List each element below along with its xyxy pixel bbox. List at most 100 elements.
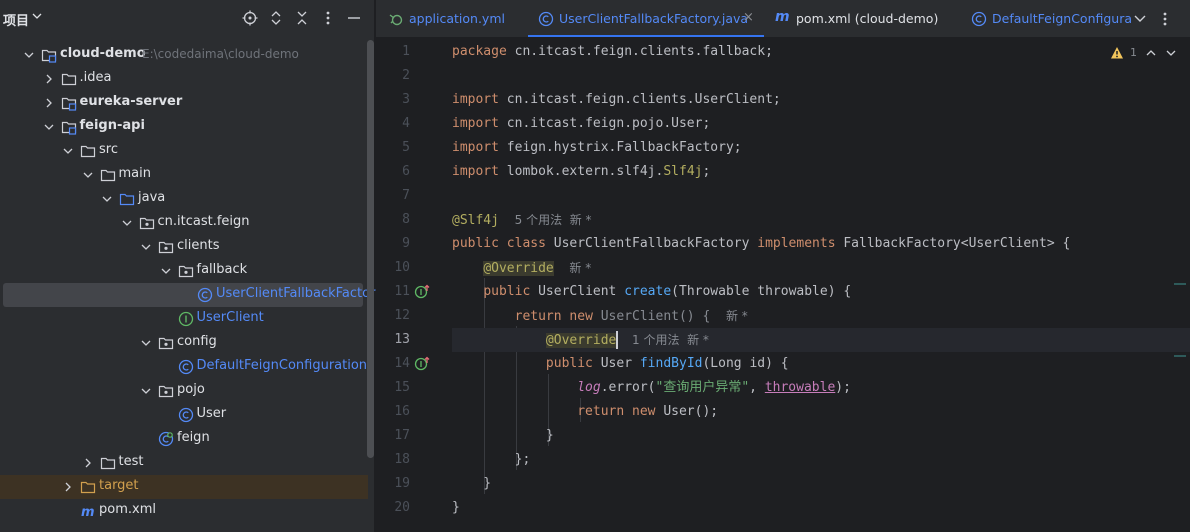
line-number[interactable]: 20 xyxy=(376,500,410,515)
tree-item[interactable]: java xyxy=(0,187,368,211)
code-line[interactable]: } xyxy=(452,472,1190,496)
chevron-down-icon[interactable] xyxy=(140,241,152,253)
code-area[interactable]: package cn.itcast.feign.clients.fallback… xyxy=(452,38,1190,532)
tree-item[interactable]: eureka-server xyxy=(0,91,368,115)
code-line[interactable]: }; xyxy=(452,448,1190,472)
code-line[interactable]: } xyxy=(452,496,1190,520)
code-line[interactable]: import lombok.extern.slf4j.Slf4j; xyxy=(452,160,1190,184)
code-line[interactable]: package cn.itcast.feign.clients.fallback… xyxy=(452,40,1190,64)
code-line[interactable]: import cn.itcast.feign.clients.UserClien… xyxy=(452,88,1190,112)
line-number[interactable]: 10 xyxy=(376,260,410,275)
line-number[interactable]: 6 xyxy=(376,164,410,179)
tree-item[interactable]: feign xyxy=(0,427,368,451)
tree-item[interactable]: main xyxy=(0,163,368,187)
line-number[interactable]: 4 xyxy=(376,116,410,131)
change-marker[interactable] xyxy=(1174,283,1186,285)
code-line[interactable] xyxy=(452,64,1190,88)
chevron-down-icon[interactable] xyxy=(1166,47,1176,62)
code-line[interactable]: import feign.hystrix.FallbackFactory; xyxy=(452,136,1190,160)
warning-icon[interactable] xyxy=(1110,46,1124,64)
chevron-down-icon[interactable] xyxy=(43,121,55,133)
inlay-hint[interactable]: 新 * xyxy=(569,261,591,275)
line-number[interactable]: 16 xyxy=(376,404,410,419)
code-line[interactable]: return new User(); xyxy=(452,400,1190,424)
tree-item[interactable]: feign-api xyxy=(0,115,368,139)
tree-item[interactable]: cloud-demo E:\codedaima\cloud-demo xyxy=(0,43,368,67)
chevron-up-icon[interactable] xyxy=(1146,47,1156,62)
chevron-down-icon[interactable] xyxy=(23,49,35,61)
inlay-hint[interactable]: 1 个用法 新 * xyxy=(632,333,709,347)
chevron-down-icon[interactable] xyxy=(140,385,152,397)
code-line[interactable]: public User findById(Long id) { xyxy=(452,352,1190,376)
tree-item[interactable]: .idea xyxy=(0,67,368,91)
chevron-right-icon[interactable] xyxy=(82,457,94,469)
tree-item[interactable]: User xyxy=(0,403,368,427)
tab-pom-xml[interactable]: m pom.xml (cloud-demo) xyxy=(771,0,951,37)
tree-item[interactable]: target xyxy=(0,475,368,499)
code-line[interactable]: public UserClient create(Throwable throw… xyxy=(452,280,1190,304)
code-line[interactable]: } xyxy=(452,424,1190,448)
tree-item[interactable]: UserClient xyxy=(0,307,368,331)
chevron-right-icon[interactable] xyxy=(62,481,74,493)
more-options-icon[interactable] xyxy=(1163,11,1167,31)
tree-item[interactable]: UserClientFallbackFactory xyxy=(3,283,383,307)
implementing-method-icon[interactable] xyxy=(414,356,432,372)
line-number[interactable]: 5 xyxy=(376,140,410,155)
tree-item[interactable]: src xyxy=(0,139,368,163)
chevron-down-icon[interactable] xyxy=(62,145,74,157)
expand-all-icon[interactable] xyxy=(267,9,285,27)
code-line[interactable]: @Slf4j 5 个用法 新 * xyxy=(452,208,1190,232)
tree-item[interactable]: pojo xyxy=(0,379,368,403)
tab-userclientfallbackfactory[interactable]: UserClientFallbackFactory.java × xyxy=(528,0,764,37)
close-icon[interactable]: × xyxy=(743,10,754,25)
chevron-right-icon[interactable] xyxy=(43,73,55,85)
tree-item[interactable]: clients xyxy=(0,235,368,259)
code-editor[interactable]: 1 2 3 4 5 6 7 8 9 10 11 12 13 14 15 16 17 18 19 20 package … xyxy=(376,38,1190,532)
line-number[interactable]: 7 xyxy=(376,188,410,203)
line-number[interactable]: 12 xyxy=(376,308,410,323)
line-number[interactable]: 15 xyxy=(376,380,410,395)
chevron-down-icon[interactable] xyxy=(82,169,94,181)
collapse-all-icon[interactable] xyxy=(293,9,311,27)
editor-gutter[interactable]: 1 2 3 4 5 6 7 8 9 10 11 12 13 14 15 16 17 18 19 20 xyxy=(376,38,448,532)
tree-item[interactable]: test xyxy=(0,451,368,475)
inlay-hint[interactable]: 5 个用法 新 * xyxy=(515,213,592,227)
chevron-down-icon[interactable] xyxy=(121,217,133,229)
chevron-down-icon[interactable] xyxy=(32,11,42,21)
more-options-icon[interactable] xyxy=(319,9,337,27)
tab-defaultfeignconfiguration[interactable]: DefaultFeignConfigura xyxy=(966,0,1136,37)
line-number[interactable]: 2 xyxy=(376,68,410,83)
line-number[interactable]: 3 xyxy=(376,92,410,107)
tree-item[interactable]: fallback xyxy=(0,259,368,283)
project-scrollbar[interactable] xyxy=(367,40,374,458)
line-number[interactable]: 11 xyxy=(376,284,410,299)
line-number[interactable]: 8 xyxy=(376,212,410,227)
code-line[interactable]: public class UserClientFallbackFactory i… xyxy=(452,232,1190,256)
code-line[interactable]: @Override 1 个用法 新 * xyxy=(452,328,1190,352)
code-line[interactable]: import cn.itcast.feign.pojo.User; xyxy=(452,112,1190,136)
tree-item[interactable]: config xyxy=(0,331,368,355)
line-number[interactable]: 13 xyxy=(376,332,410,347)
chevron-down-icon[interactable] xyxy=(140,337,152,349)
chevron-right-icon[interactable] xyxy=(43,97,55,109)
line-number[interactable]: 18 xyxy=(376,452,410,467)
change-marker[interactable] xyxy=(1174,355,1186,357)
inlay-hint[interactable]: 新 * xyxy=(726,309,748,323)
tree-item[interactable]: cn.itcast.feign xyxy=(0,211,368,235)
tree-item[interactable]: DefaultFeignConfiguration xyxy=(0,355,368,379)
project-view-selector[interactable]: 项目 xyxy=(3,10,29,29)
chevron-down-icon[interactable] xyxy=(160,265,172,277)
locate-icon[interactable] xyxy=(241,9,259,27)
line-number[interactable]: 14 xyxy=(376,356,410,371)
code-line[interactable]: @Override 新 * xyxy=(452,256,1190,280)
line-number[interactable]: 1 xyxy=(376,44,410,59)
line-number[interactable]: 17 xyxy=(376,428,410,443)
code-line[interactable] xyxy=(452,184,1190,208)
implementing-method-icon[interactable] xyxy=(414,284,432,300)
line-number[interactable]: 19 xyxy=(376,476,410,491)
code-line[interactable]: return new UserClient() { 新 * xyxy=(452,304,1190,328)
tree-item[interactable]: m pom.xml xyxy=(0,499,368,523)
minimize-icon[interactable] xyxy=(345,9,363,27)
tab-application-yml[interactable]: application.yml xyxy=(376,0,526,37)
chevron-down-icon[interactable] xyxy=(101,193,113,205)
